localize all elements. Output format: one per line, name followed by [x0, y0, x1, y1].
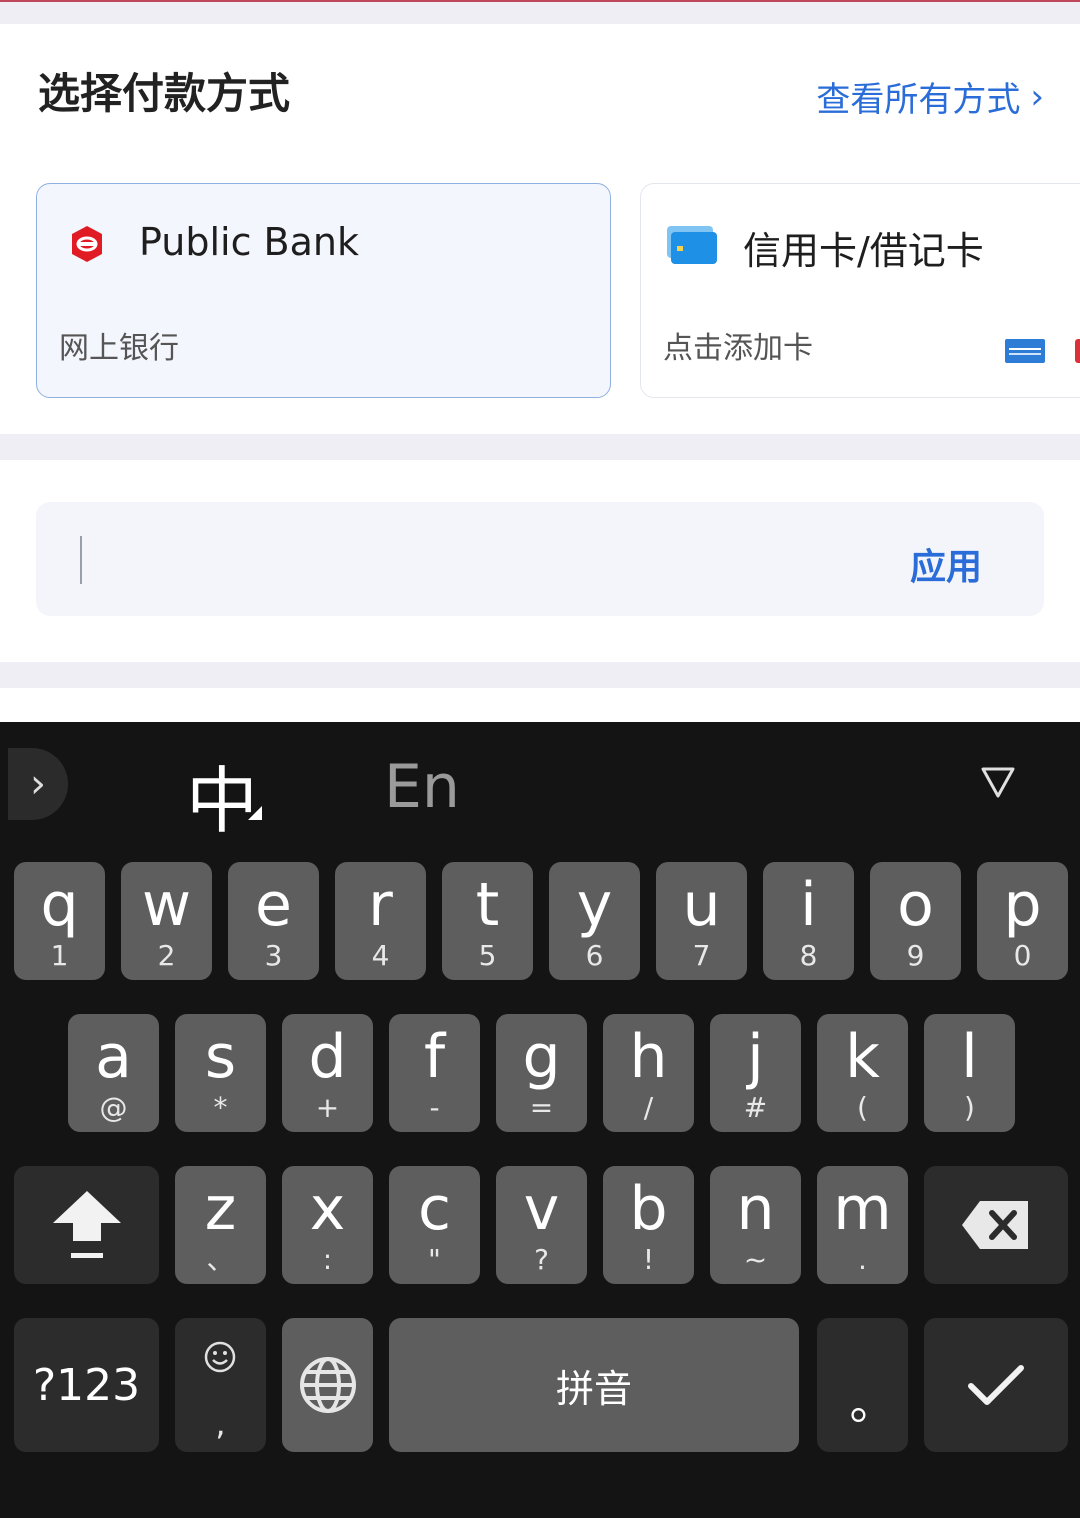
- key-y[interactable]: y6: [549, 862, 640, 980]
- key-p[interactable]: p0: [977, 862, 1068, 980]
- key-v[interactable]: v?: [496, 1166, 587, 1284]
- key-c[interactable]: c ": [389, 1166, 480, 1284]
- key-k[interactable]: k(: [817, 1014, 908, 1132]
- symbols-key[interactable]: ?123: [14, 1318, 159, 1452]
- key-h[interactable]: h /: [603, 1014, 694, 1132]
- key-d[interactable]: d +: [282, 1014, 373, 1132]
- card-brand-logo-icon: [1075, 339, 1080, 363]
- emoji-smiley-icon: [204, 1341, 236, 1373]
- key-x[interactable]: x:: [282, 1166, 373, 1284]
- key-l[interactable]: l): [924, 1014, 1015, 1132]
- section-divider: [0, 434, 1080, 460]
- key-r[interactable]: r4: [335, 862, 426, 980]
- language-switch-key[interactable]: [282, 1318, 373, 1452]
- key-m[interactable]: m.: [817, 1166, 908, 1284]
- payment-method-subtitle: 点击添加卡: [663, 331, 813, 366]
- promo-code-row: 应用: [36, 502, 1044, 616]
- period-key[interactable]: 。: [817, 1318, 908, 1452]
- key-o[interactable]: o9: [870, 862, 961, 980]
- payment-method-title: 信用卡/借记卡: [743, 229, 984, 273]
- backspace-key[interactable]: [924, 1166, 1068, 1284]
- mode-corner-indicator-icon: [248, 806, 262, 820]
- shift-key[interactable]: [14, 1166, 159, 1284]
- key-n[interactable]: n ~: [710, 1166, 801, 1284]
- top-band: [0, 0, 1080, 24]
- text-cursor: [80, 536, 82, 584]
- hide-keyboard-icon[interactable]: [980, 766, 1016, 800]
- payment-method-title: Public Bank: [139, 220, 359, 264]
- key-e[interactable]: e3: [228, 862, 319, 980]
- key-t[interactable]: t5: [442, 862, 533, 980]
- payment-method-public-bank[interactable]: Public Bank 网上银行: [36, 183, 611, 398]
- view-all-label: 查看所有方式: [816, 80, 1021, 120]
- view-all-methods-link[interactable]: 查看所有方式 ›: [816, 72, 1044, 121]
- public-bank-logo-icon: [72, 226, 102, 262]
- key-g[interactable]: g =: [496, 1014, 587, 1132]
- keyboard-collapse-button[interactable]: ›: [8, 748, 68, 820]
- section-title: 选择付款方式: [38, 69, 291, 118]
- key-u[interactable]: u7: [656, 862, 747, 980]
- shift-arrow-icon: [52, 1191, 121, 1258]
- key-s[interactable]: s *: [175, 1014, 266, 1132]
- key-q[interactable]: q1: [14, 862, 105, 980]
- key-b[interactable]: b!: [603, 1166, 694, 1284]
- payment-method-credit-card[interactable]: 信用卡/借记卡 点击添加卡: [640, 183, 1080, 398]
- space-key[interactable]: 拼音: [389, 1318, 799, 1452]
- enter-key[interactable]: [924, 1318, 1068, 1452]
- section-divider: [0, 662, 1080, 688]
- apply-button[interactable]: 应用: [910, 538, 982, 590]
- key-z[interactable]: z、: [175, 1166, 266, 1284]
- key-i[interactable]: i8: [763, 862, 854, 980]
- english-mode-toggle[interactable]: En: [384, 752, 460, 822]
- backspace-icon: [962, 1201, 1028, 1249]
- key-w[interactable]: w2: [121, 862, 212, 980]
- amex-logo-icon: [1005, 339, 1045, 363]
- promo-code-input[interactable]: [86, 528, 846, 588]
- payment-method-subtitle: 网上银行: [59, 331, 179, 366]
- credit-card-icon: [667, 226, 717, 264]
- key-a[interactable]: a @: [68, 1014, 159, 1132]
- chevron-right-icon: ›: [1030, 76, 1044, 117]
- emoji-key[interactable]: ,: [175, 1318, 266, 1452]
- soft-keyboard: › 中 En q1 w2 e3 r4 t5 y6 u7 i8 o9 p0 a @ …: [0, 722, 1080, 1518]
- globe-icon: [299, 1357, 356, 1413]
- checkmark-icon: [968, 1365, 1024, 1405]
- key-f[interactable]: f-: [389, 1014, 480, 1132]
- key-j[interactable]: j #: [710, 1014, 801, 1132]
- chinese-mode-toggle[interactable]: 中: [186, 742, 258, 847]
